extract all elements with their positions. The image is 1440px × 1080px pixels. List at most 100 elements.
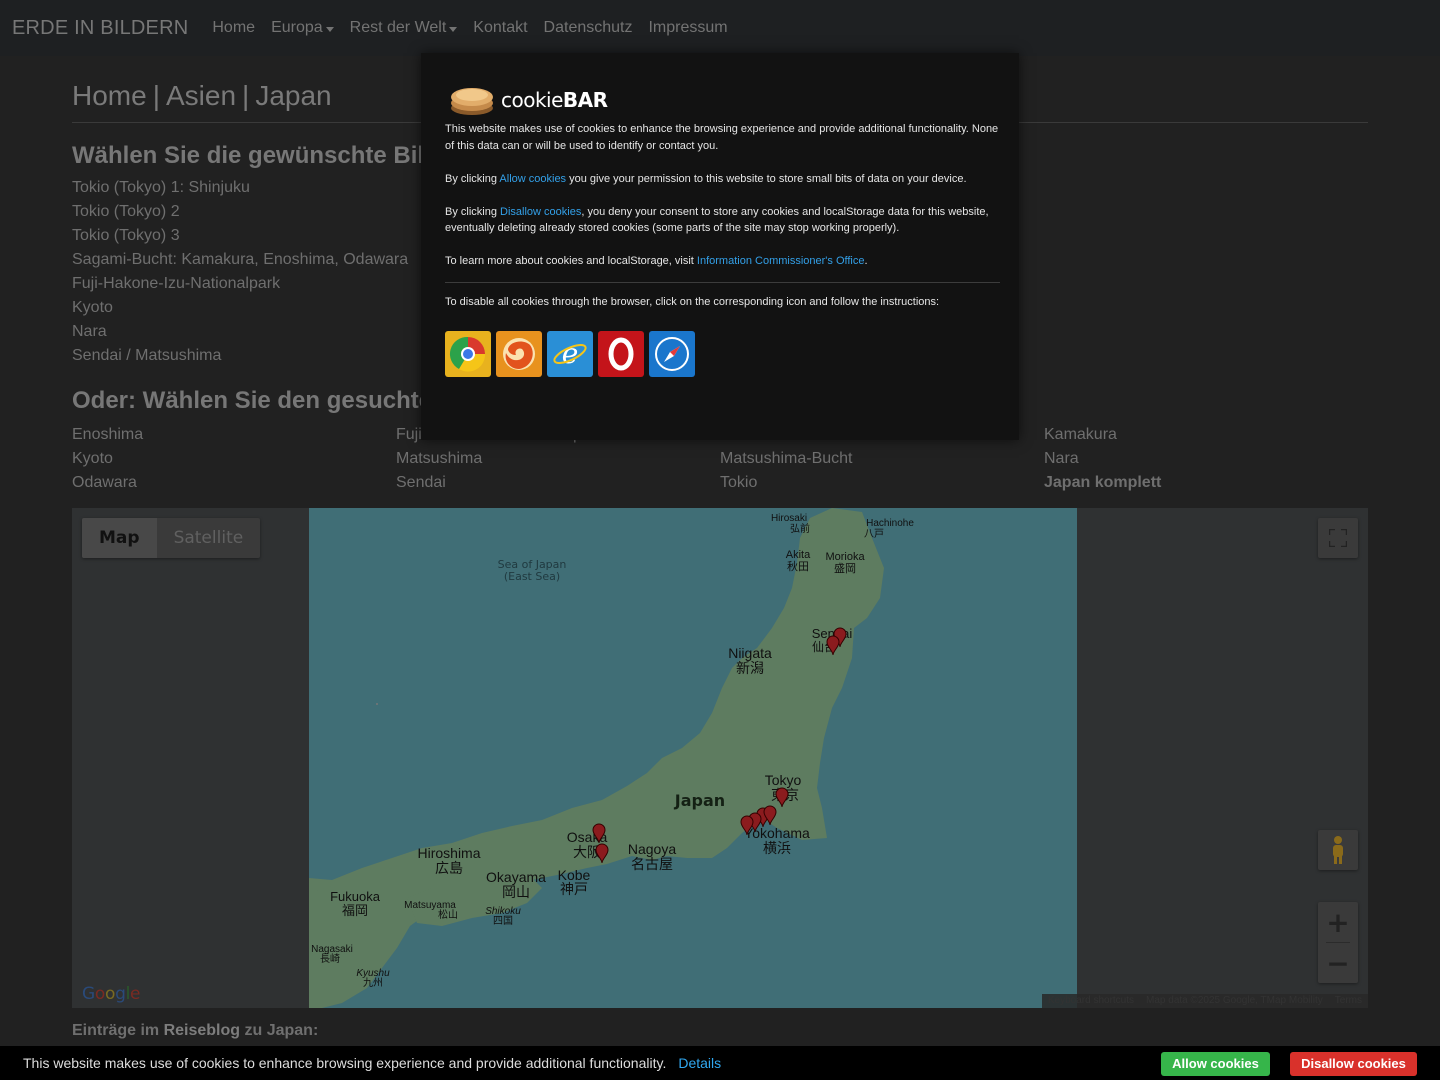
cookie-details-dialog: cookieBAR This website makes use of cook…	[421, 53, 1019, 440]
map-canvas[interactable]: Sea of Japan (East Sea) Japan Hirosaki弘前…	[72, 508, 1368, 1008]
gallery-link[interactable]: Nara	[72, 322, 408, 346]
svg-text:秋田: 秋田	[787, 559, 809, 573]
zoom-out-button[interactable]: −	[1318, 943, 1358, 983]
place-link[interactable]: Kyoto	[72, 449, 396, 473]
cookie-bar-bottom: This website makes use of cookies to enh…	[0, 1046, 1440, 1080]
ie-button[interactable]: e	[547, 331, 593, 377]
svg-text:Akita: Akita	[786, 549, 811, 561]
keyboard-shortcuts-link[interactable]: Keyboard shortcuts	[1042, 994, 1140, 1008]
gallery-link[interactable]: Tokio (Tokyo) 1: Shinjuku	[72, 178, 408, 202]
street-view-pegman-button[interactable]	[1318, 830, 1358, 870]
nav-europa-dropdown[interactable]: Europa	[271, 19, 334, 37]
map-type-satellite-button[interactable]: Satellite	[157, 518, 261, 558]
svg-text:Okayama: Okayama	[486, 869, 546, 885]
nav-rest-der-welt-dropdown[interactable]: Rest der Welt	[350, 19, 458, 37]
svg-text:弘前: 弘前	[790, 522, 810, 535]
nav-kontakt[interactable]: Kontakt	[473, 19, 527, 37]
ico-link[interactable]: Information Commissioner's Office	[697, 255, 865, 267]
reiseblog-link[interactable]: Reiseblog	[164, 1022, 240, 1039]
svg-text:八戸: 八戸	[864, 528, 884, 540]
breadcrumb-asien[interactable]: Asien	[166, 80, 236, 111]
svg-text:Hiroshima: Hiroshima	[417, 845, 480, 861]
place-link[interactable]: Sendai	[396, 473, 720, 497]
caret-down-icon	[325, 26, 334, 32]
fullscreen-icon	[1329, 529, 1347, 547]
cookie-dialog-paragraph: To learn more about cookies and localSto…	[445, 255, 868, 267]
gallery-link[interactable]: Tokio (Tokyo) 2	[72, 202, 408, 226]
top-navbar: ERDE IN BILDERN Home Europa Rest der Wel…	[0, 0, 1440, 56]
zoom-in-button[interactable]: +	[1318, 902, 1358, 942]
breadcrumb-japan: Japan	[255, 80, 332, 111]
cookie-dialog-paragraph: To disable all cookies through the brows…	[445, 296, 940, 308]
safari-icon	[655, 337, 689, 371]
nav-datenschutz[interactable]: Datenschutz	[544, 19, 633, 37]
map-type-map-button[interactable]: Map	[82, 518, 157, 558]
svg-text:Morioka: Morioka	[825, 551, 865, 563]
city-kobe: Kobe神戸	[558, 867, 591, 897]
cookie-dialog-body: This website makes use of cookies to enh…	[445, 121, 1000, 327]
place-link[interactable]: Matsushima	[396, 449, 720, 473]
svg-text:Fukuoka: Fukuoka	[330, 889, 381, 904]
browser-icons: e	[445, 331, 700, 377]
gallery-link[interactable]: Fuji-Hakone-Izu-Nationalpark	[72, 274, 408, 298]
svg-text:Hachinohe: Hachinohe	[866, 518, 914, 529]
svg-text:名古屋: 名古屋	[631, 856, 673, 872]
google-map[interactable]: Sea of Japan (East Sea) Japan Hirosaki 弘前…	[72, 508, 1368, 1008]
svg-text:Nagoya: Nagoya	[628, 841, 676, 857]
place-link[interactable]: Nara	[1044, 449, 1368, 473]
zoom-control: + −	[1318, 902, 1358, 983]
logo-word-bar: BAR	[562, 88, 608, 112]
svg-text:松山: 松山	[438, 908, 458, 921]
caret-down-icon	[449, 26, 458, 32]
chrome-button[interactable]	[445, 331, 491, 377]
svg-text:盛岡: 盛岡	[834, 561, 856, 575]
firefox-icon	[503, 338, 535, 370]
terms-link[interactable]: Terms	[1329, 994, 1368, 1008]
breadcrumb-separator: |	[152, 80, 160, 111]
svg-text:神戸: 神戸	[560, 881, 588, 897]
breadcrumb: Home | Asien | Japan	[72, 80, 332, 112]
nav-impressum[interactable]: Impressum	[648, 19, 727, 37]
gallery-link[interactable]: Kyoto	[72, 298, 408, 322]
ie-icon: e	[553, 337, 587, 370]
gallery-list: Tokio (Tokyo) 1: Shinjuku Tokio (Tokyo) …	[72, 178, 408, 370]
breadcrumb-home[interactable]: Home	[72, 80, 147, 111]
blog-entries-heading: Einträge im Reiseblog zu Japan:	[72, 1022, 319, 1039]
opera-button[interactable]	[598, 331, 644, 377]
place-link[interactable]: Tokio	[720, 473, 1044, 497]
disallow-cookies-button[interactable]: Disallow cookies	[1290, 1052, 1417, 1076]
dialog-divider	[445, 282, 1000, 283]
city-akita: Akita秋田	[786, 549, 811, 573]
map-attribution: Keyboard shortcuts Map data ©2025 Google…	[1041, 994, 1368, 1008]
place-link[interactable]: Odawara	[72, 473, 396, 497]
map-type-control: Map Satellite	[82, 518, 261, 558]
cookie-dialog-paragraph: By clicking Disallow cookies, you deny y…	[445, 205, 989, 235]
cookie-details-link[interactable]: Details	[678, 1055, 721, 1071]
gallery-link[interactable]: Sendai / Matsushima	[72, 346, 408, 370]
site-brand[interactable]: ERDE IN BILDERN	[12, 17, 188, 40]
svg-text:福岡: 福岡	[342, 903, 368, 918]
cookie-dialog-paragraph: This website makes use of cookies to enh…	[445, 123, 999, 152]
fullscreen-button[interactable]	[1318, 518, 1358, 558]
safari-button[interactable]	[649, 331, 695, 377]
place-link[interactable]: Matsushima-Bucht	[720, 449, 1044, 473]
gallery-link[interactable]: Sagami-Bucht: Kamakura, Enoshima, Odawar…	[72, 250, 408, 274]
firefox-button[interactable]	[496, 331, 542, 377]
svg-text:広島: 広島	[435, 860, 463, 876]
dialog-allow-cookies-link[interactable]: Allow cookies	[499, 173, 566, 185]
place-link[interactable]: Enoshima	[72, 425, 396, 449]
gallery-link[interactable]: Tokio (Tokyo) 3	[72, 226, 408, 250]
dialog-disallow-cookies-link[interactable]: Disallow cookies	[500, 206, 581, 218]
svg-text:横浜: 横浜	[763, 840, 791, 856]
svg-text:e: e	[562, 337, 579, 370]
svg-text:長崎: 長崎	[320, 952, 340, 965]
allow-cookies-button[interactable]: Allow cookies	[1161, 1052, 1270, 1076]
cookie-stack-icon	[451, 88, 493, 115]
opera-icon	[608, 337, 634, 371]
place-link-japan-komplett[interactable]: Japan komplett	[1044, 473, 1368, 497]
google-logo[interactable]: Google	[82, 984, 141, 1004]
place-link[interactable]: Kamakura	[1044, 425, 1368, 449]
nav-home[interactable]: Home	[212, 19, 255, 37]
breadcrumb-separator: |	[242, 80, 250, 111]
pegman-icon	[1333, 836, 1343, 864]
